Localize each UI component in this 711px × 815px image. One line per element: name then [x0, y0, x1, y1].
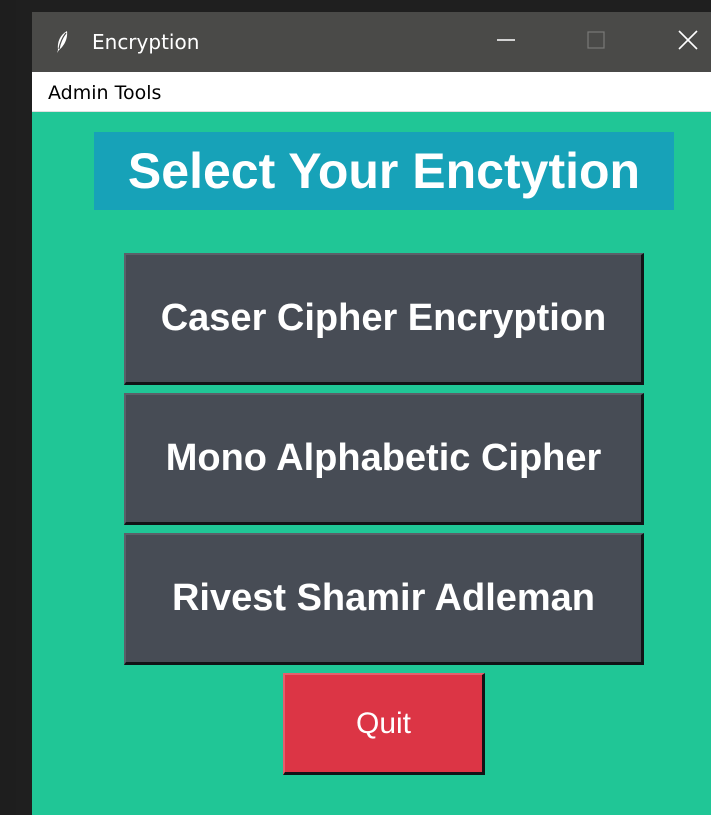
mono-alphabetic-cipher-button[interactable]: Mono Alphabetic Cipher — [124, 393, 644, 525]
minimize-button[interactable] — [476, 12, 536, 72]
close-icon — [677, 29, 699, 56]
menu-admin-tools[interactable]: Admin Tools — [48, 82, 161, 104]
rsa-button[interactable]: Rivest Shamir Adleman — [124, 533, 644, 665]
maximize-button[interactable] — [566, 12, 626, 72]
window-title: Encryption — [92, 30, 200, 54]
app-window: Encryption Admin Tools Select Your Encty… — [0, 0, 711, 815]
button-label: Quit — [355, 706, 412, 740]
button-label: Mono Alphabetic Cipher — [165, 437, 602, 479]
maximize-icon — [586, 30, 606, 55]
caesar-cipher-button[interactable]: Caser Cipher Encryption — [124, 253, 644, 385]
quit-button[interactable]: Quit — [283, 673, 485, 775]
button-label: Caser Cipher Encryption — [160, 297, 607, 339]
main-panel: Select Your Enctytion Caser Cipher Encry… — [32, 112, 711, 815]
heading-box: Select Your Enctytion — [94, 132, 674, 210]
menu-bar: Admin Tools — [32, 72, 711, 112]
feather-icon — [54, 30, 70, 54]
title-bar[interactable]: Encryption — [32, 12, 711, 72]
close-button[interactable] — [658, 12, 711, 72]
minimize-icon — [496, 30, 516, 55]
page-title: Select Your Enctytion — [127, 143, 641, 199]
button-label: Rivest Shamir Adleman — [171, 577, 596, 619]
